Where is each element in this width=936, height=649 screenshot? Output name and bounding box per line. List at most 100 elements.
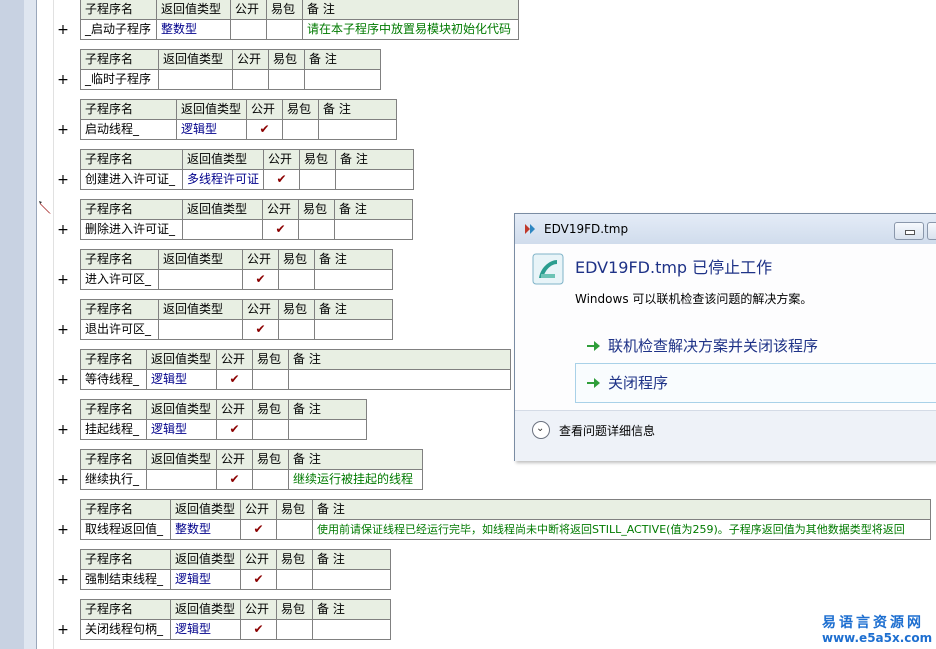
sub-name-cell[interactable]: 强制结束线程_ [80, 569, 171, 590]
easy-pack-cell[interactable] [276, 619, 313, 640]
expand-plus-icon[interactable]: + [57, 523, 69, 537]
return-type-cell[interactable]: 逻辑型 [146, 419, 217, 440]
expand-plus-icon[interactable]: + [57, 173, 69, 187]
easy-pack-cell[interactable] [276, 519, 313, 540]
public-cell[interactable]: ✔ [240, 619, 277, 640]
sub-name-cell[interactable]: 取线程返回值_ [80, 519, 171, 540]
maximize-button[interactable] [927, 222, 936, 240]
return-type-cell[interactable]: 逻辑型 [146, 369, 217, 390]
expand-plus-icon[interactable]: + [57, 73, 69, 87]
header-name: 子程序名 [80, 199, 183, 220]
expand-plus-icon[interactable]: + [57, 373, 69, 387]
easy-pack-cell[interactable] [282, 119, 319, 140]
easy-pack-cell[interactable] [276, 569, 313, 590]
note-cell[interactable]: 继续运行被挂起的线程 [288, 469, 423, 490]
return-type-cell[interactable] [158, 269, 243, 290]
sub-name-cell[interactable]: 等待线程_ [80, 369, 147, 390]
header-public: 公开 [216, 399, 253, 420]
note-cell[interactable] [335, 169, 415, 190]
dialog-subtitle: Windows 可以联机检查该问题的解决方案。 [575, 292, 813, 306]
note-cell[interactable]: 使用前请保证线程已经运行完毕，如线程尚未中断将返回STILL_ACTIVE(值为… [312, 519, 931, 540]
sub-name-cell[interactable]: 进入许可区_ [80, 269, 159, 290]
expand-plus-icon[interactable]: + [57, 273, 69, 287]
sub-name-cell[interactable]: 关闭线程句柄_ [80, 619, 171, 640]
public-cell[interactable]: ✔ [216, 369, 253, 390]
note-cell[interactable] [314, 319, 393, 340]
return-type-cell[interactable]: 逻辑型 [170, 569, 241, 590]
return-type-cell[interactable] [182, 219, 263, 240]
note-cell[interactable] [304, 69, 381, 90]
return-type-cell[interactable] [158, 69, 233, 90]
public-cell[interactable]: ✔ [240, 569, 277, 590]
expand-plus-icon[interactable]: + [57, 123, 69, 137]
expand-plus-icon[interactable]: + [57, 223, 69, 237]
easy-pack-cell[interactable] [298, 219, 335, 240]
note-cell[interactable] [312, 569, 391, 590]
easy-pack-cell[interactable] [278, 319, 315, 340]
sub-block-12: 子程序名 返回值类型 公开 易包 备 注 关闭线程句柄_ 逻辑型 ✔ [80, 599, 391, 640]
close-program-option[interactable]: 关闭程序 [575, 363, 936, 403]
return-type-cell[interactable] [146, 469, 217, 490]
easy-pack-cell[interactable] [252, 419, 289, 440]
easy-pack-cell[interactable] [252, 369, 289, 390]
public-cell[interactable]: ✔ [216, 419, 253, 440]
public-cell[interactable]: ✔ [216, 469, 253, 490]
dialog-title-bar[interactable]: EDV19FD.tmp [515, 214, 936, 244]
public-cell[interactable]: ✔ [242, 319, 279, 340]
note-cell[interactable] [288, 369, 511, 390]
header-return-type: 返回值类型 [170, 549, 241, 570]
public-cell[interactable]: ✔ [242, 269, 279, 290]
note-cell[interactable] [334, 219, 413, 240]
easy-pack-cell[interactable] [299, 169, 337, 190]
minimize-button[interactable] [894, 222, 924, 240]
sub-name-cell[interactable]: _临时子程序 [80, 69, 159, 90]
return-type-cell[interactable]: 多线程许可证 [181, 169, 265, 190]
note-cell[interactable] [288, 419, 367, 440]
expand-plus-icon[interactable]: + [57, 23, 69, 37]
check-online-option[interactable]: 联机检查解决方案并关闭该程序 [575, 326, 936, 366]
view-details-link[interactable]: 查看问题详细信息 [559, 422, 655, 439]
expand-plus-icon[interactable]: + [57, 323, 69, 337]
note-cell[interactable]: 请在本子程序中放置易模块初始化代码 [302, 19, 519, 40]
easy-pack-cell[interactable] [266, 19, 303, 40]
sub-name-cell[interactable]: 挂起线程_ [80, 419, 147, 440]
expand-plus-icon[interactable]: + [57, 623, 69, 637]
note-cell[interactable] [318, 119, 397, 140]
header-return-type: 返回值类型 [170, 599, 241, 620]
expand-plus-icon[interactable]: + [57, 423, 69, 437]
public-cell[interactable] [232, 69, 269, 90]
close-program-label: 关闭程序 [608, 374, 669, 392]
return-type-cell[interactable]: 整数型 [156, 19, 231, 40]
breakpoint-gutter[interactable] [24, 0, 36, 649]
easy-pack-cell[interactable] [278, 269, 315, 290]
chevron-down-icon[interactable]: ⌄ [532, 421, 550, 439]
public-cell[interactable]: ✔ [246, 119, 283, 140]
sub-name-cell[interactable]: 创建进入许可证_ [80, 169, 183, 190]
sub-name-cell[interactable]: 退出许可区_ [80, 319, 159, 340]
public-cell[interactable] [230, 19, 267, 40]
header-name: 子程序名 [80, 99, 177, 120]
sub-name-cell[interactable]: 继续执行_ [80, 469, 147, 490]
return-type-cell[interactable] [158, 319, 243, 340]
sub-block-11: 子程序名 返回值类型 公开 易包 备 注 强制结束线程_ 逻辑型 ✔ [80, 549, 391, 590]
public-cell[interactable]: ✔ [262, 219, 299, 240]
public-cell[interactable]: ✔ [240, 519, 277, 540]
sub-name-cell[interactable]: _启动子程序 [80, 19, 157, 40]
header-name: 子程序名 [80, 399, 147, 420]
note-cell[interactable] [312, 619, 391, 640]
header-name: 子程序名 [80, 599, 171, 620]
return-type-cell[interactable]: 逻辑型 [176, 119, 247, 140]
easy-pack-cell[interactable] [252, 469, 289, 490]
header-return-type: 返回值类型 [158, 49, 233, 70]
sub-name-cell[interactable]: 启动线程_ [80, 119, 177, 140]
easy-pack-cell[interactable] [268, 69, 305, 90]
expand-plus-icon[interactable]: + [57, 573, 69, 587]
expand-plus-icon[interactable]: + [57, 473, 69, 487]
note-cell[interactable] [314, 269, 393, 290]
header-easy-pack: 易包 [298, 199, 335, 220]
sub-name-cell[interactable]: 删除进入许可证_ [80, 219, 183, 240]
return-type-cell[interactable]: 逻辑型 [170, 619, 241, 640]
header-public: 公开 [240, 499, 277, 520]
return-type-cell[interactable]: 整数型 [170, 519, 241, 540]
public-cell[interactable]: ✔ [263, 169, 301, 190]
